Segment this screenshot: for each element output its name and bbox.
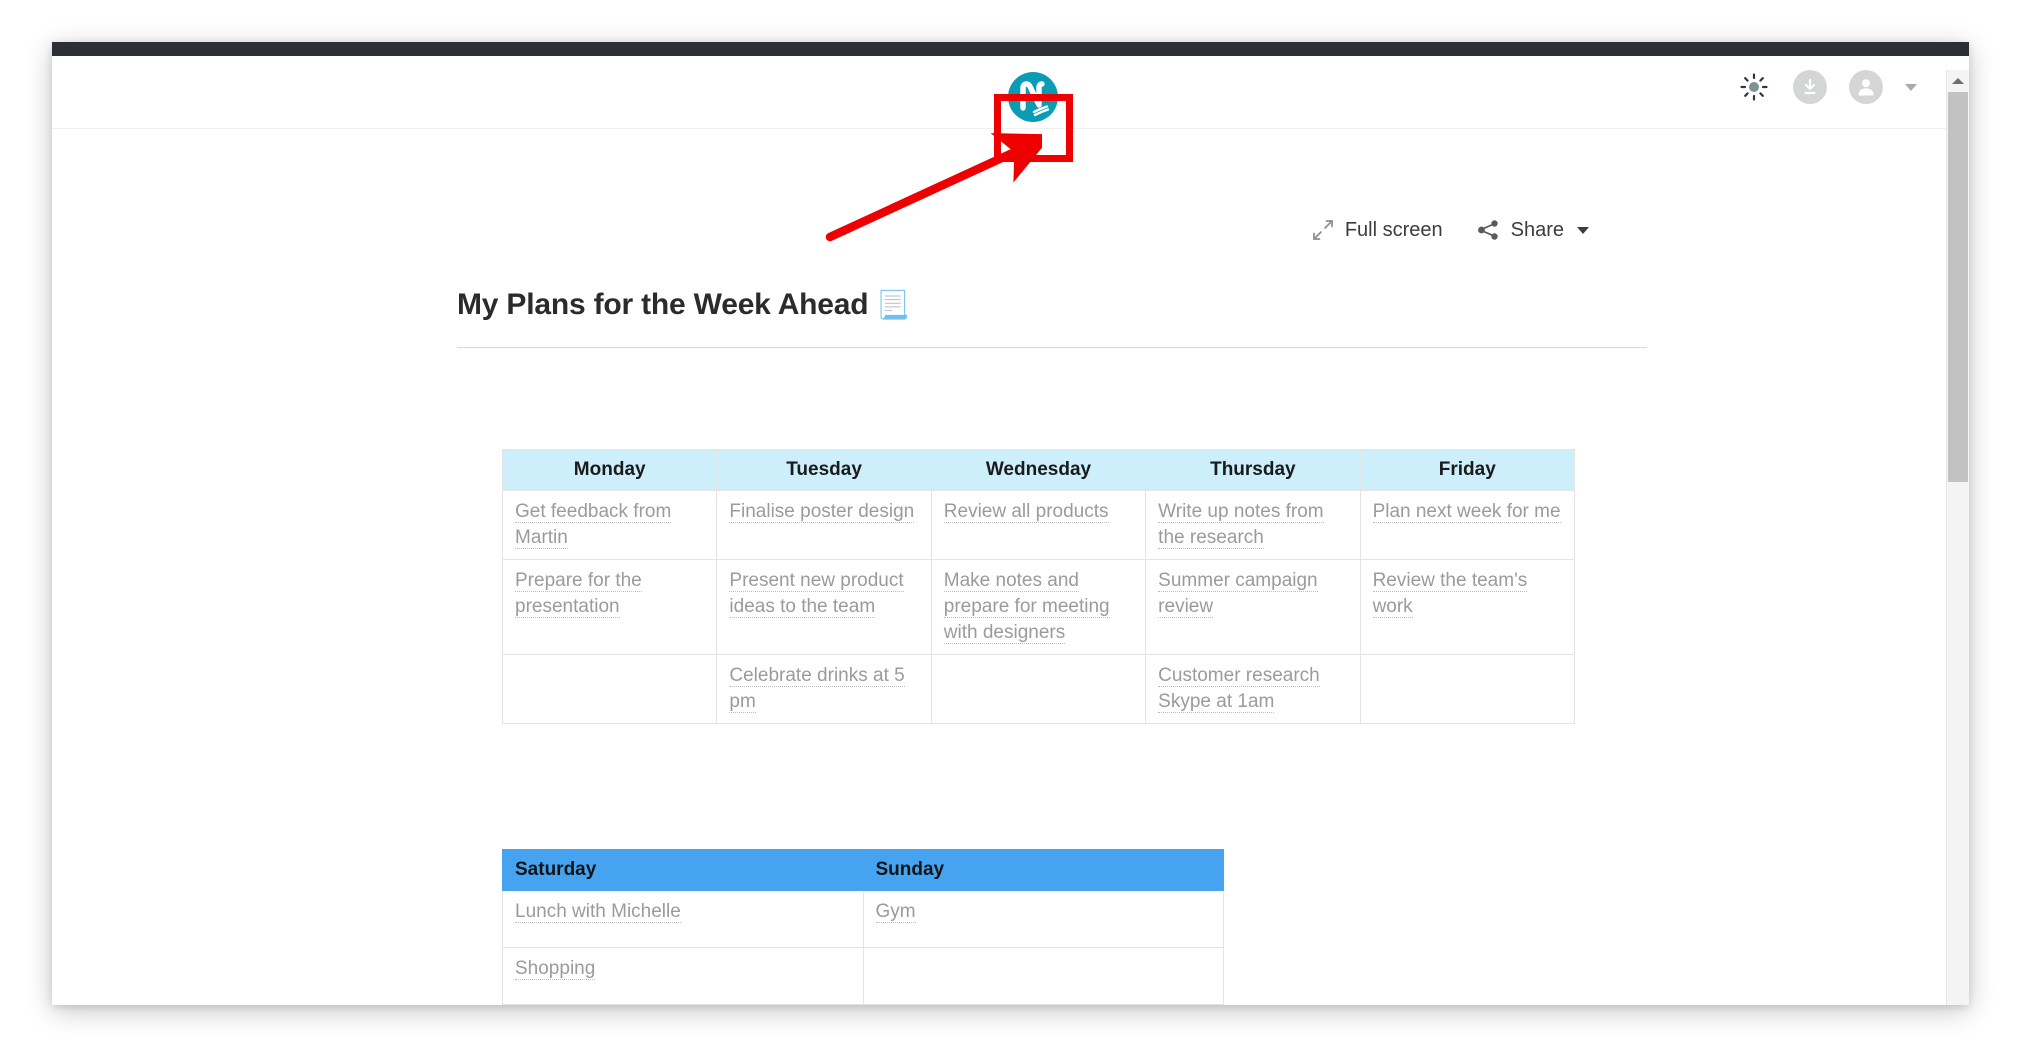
cell-text: Shopping [515, 958, 596, 980]
cell-text: Write up notes from the research [1158, 501, 1324, 549]
column-header-thursday: Thursday [1145, 449, 1361, 491]
share-label: Share [1510, 219, 1564, 241]
triangle-up-glyph [1952, 78, 1964, 84]
cell-sun-1[interactable]: Gym [862, 890, 1224, 948]
cell-text: Get feedback from Martin [515, 501, 672, 549]
cell-text: Prepare for the presentation [515, 570, 642, 618]
cell-thu-2[interactable]: Summer campaign review [1145, 559, 1361, 655]
table-row: Prepare for the presentation Present new… [501, 559, 1576, 655]
download-glyph [1804, 78, 1816, 95]
cell-text: Review the team's work [1372, 570, 1528, 618]
cell-fri-1[interactable]: Plan next week for me [1359, 490, 1576, 560]
app-header-bar [52, 56, 1947, 129]
page-title: My Plans for the Week Ahead 📃 [457, 288, 910, 322]
document-toolbar: Full screen Share [1312, 219, 1589, 241]
logo-circle [1008, 72, 1058, 122]
cell-thu-3[interactable]: Customer research Skype at 1am [1145, 654, 1361, 724]
title-divider [457, 347, 1647, 348]
weekend-plan-table: Saturday Sunday Lunch with Michelle Gym … [502, 849, 1224, 1005]
cell-mon-1[interactable]: Get feedback from Martin [501, 490, 718, 560]
cell-text: Celebrate drinks at 5 pm [729, 665, 905, 713]
window-titlebar [52, 42, 1969, 56]
weekday-plan-table: Monday Tuesday Wednesday Thursday Friday… [501, 449, 1576, 724]
column-header-saturday: Saturday [502, 849, 864, 891]
nimbus-n-icon [1020, 81, 1050, 117]
browser-window: Full screen Share My Plans for the Week … [52, 42, 1969, 1005]
cell-tue-3[interactable]: Celebrate drinks at 5 pm [716, 654, 932, 724]
cell-text: Finalise poster design [729, 501, 915, 523]
cell-text: Summer campaign review [1158, 570, 1318, 618]
download-icon[interactable] [1793, 70, 1827, 104]
cell-mon-2[interactable]: Prepare for the presentation [501, 559, 718, 655]
scrollbar-thumb[interactable] [1948, 92, 1968, 482]
cell-text: Plan next week for me [1372, 501, 1561, 523]
table-header-row: Saturday Sunday [502, 849, 1224, 891]
account-caret-icon[interactable] [1905, 83, 1917, 91]
account-avatar-icon[interactable] [1849, 70, 1883, 104]
cell-text: Customer research Skype at 1am [1158, 665, 1320, 713]
page-emoji-icon: 📃 [876, 290, 910, 320]
brightness-icon[interactable] [1737, 70, 1771, 104]
cell-sat-1[interactable]: Lunch with Michelle [502, 890, 864, 948]
cell-text: Gym [875, 901, 916, 923]
scroll-down-arrow-icon[interactable] [1947, 997, 1969, 1005]
table-row: Lunch with Michelle Gym [502, 890, 1224, 948]
header-actions [1737, 70, 1917, 104]
person-glyph [1858, 79, 1874, 96]
cell-sat-2[interactable]: Shopping [502, 947, 864, 1005]
table-header-row: Monday Tuesday Wednesday Thursday Friday [501, 449, 1576, 491]
cell-wed-3[interactable] [930, 654, 1147, 724]
vertical-scrollbar[interactable] [1946, 70, 1969, 1005]
cell-tue-1[interactable]: Finalise poster design [716, 490, 932, 560]
column-header-wednesday: Wednesday [930, 449, 1147, 491]
cell-tue-2[interactable]: Present new product ideas to the team [716, 559, 932, 655]
table-row: Celebrate drinks at 5 pm Customer resear… [501, 654, 1576, 724]
cell-text: Review all products [943, 501, 1109, 523]
cell-wed-2[interactable]: Make notes and prepare for meeting with … [930, 559, 1147, 655]
cell-thu-1[interactable]: Write up notes from the research [1145, 490, 1361, 560]
sun-glyph [1740, 73, 1768, 101]
fullscreen-label: Full screen [1344, 219, 1443, 241]
screenshot-stage: Full screen Share My Plans for the Week … [0, 0, 2024, 1062]
column-header-friday: Friday [1359, 449, 1576, 491]
column-header-monday: Monday [501, 449, 718, 491]
cell-wed-1[interactable]: Review all products [930, 490, 1147, 560]
column-header-sunday: Sunday [862, 849, 1224, 891]
cell-fri-2[interactable]: Review the team's work [1359, 559, 1576, 655]
scroll-up-arrow-icon[interactable] [1947, 70, 1969, 92]
cell-text: Present new product ideas to the team [729, 570, 904, 618]
cell-text: Lunch with Michelle [515, 901, 681, 923]
fullscreen-button[interactable]: Full screen [1312, 219, 1443, 241]
table-row: Get feedback from Martin Finalise poster… [501, 490, 1576, 560]
share-button[interactable]: Share [1477, 219, 1589, 241]
expand-arrows-icon [1312, 220, 1333, 240]
app-logo[interactable] [1004, 68, 1062, 126]
page-title-text: My Plans for the Week Ahead [457, 288, 869, 321]
cell-fri-3[interactable] [1359, 654, 1576, 724]
cell-mon-3[interactable] [501, 654, 718, 724]
share-icon [1477, 220, 1498, 240]
page-viewport: Full screen Share My Plans for the Week … [52, 56, 1969, 1005]
cell-sun-2[interactable] [862, 947, 1224, 1005]
cell-text: Make notes and prepare for meeting with … [943, 570, 1110, 644]
table-row: Shopping [502, 947, 1224, 1005]
column-header-tuesday: Tuesday [716, 449, 932, 491]
share-caret-icon [1577, 226, 1589, 234]
